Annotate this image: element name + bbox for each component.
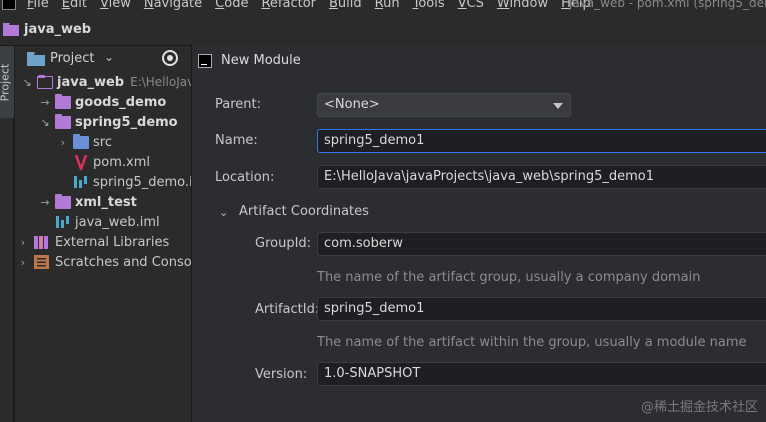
menu-vcs[interactable]: VCS (458, 0, 484, 11)
version-input[interactable]: 1.0-SNAPSHOT (317, 362, 766, 386)
tree-item-xml-test[interactable]: → xml_test (39, 192, 137, 212)
intellij-app-icon (2, 0, 16, 10)
menu-file[interactable]: File (27, 0, 49, 11)
parent-label: Parent: (215, 97, 261, 112)
chevron-down-icon[interactable]: ⌄ (104, 50, 114, 64)
tree-item-label: pom.xml (93, 154, 150, 170)
tree-item-path: E:\HelloJava (130, 75, 192, 89)
libraries-icon (34, 236, 48, 249)
project-panel-header: Project ⌄ (15, 46, 192, 72)
menu-window[interactable]: Window (497, 0, 548, 11)
tree-item-label: java_web.iml (75, 214, 160, 230)
collapsed-arrow-icon[interactable]: → (39, 96, 51, 109)
module-folder-icon (55, 113, 71, 129)
module-folder-icon (3, 23, 19, 36)
module-folder-icon (55, 93, 71, 109)
tree-item-java-web-iml[interactable]: java_web.iml (55, 212, 160, 232)
expanded-arrow-icon[interactable]: ↘ (39, 116, 51, 129)
tree-item-spring5-demo-iml[interactable]: spring5_demo.iml (73, 172, 192, 192)
location-label: Location: (215, 170, 275, 185)
expanded-arrow-icon[interactable]: ↘ (21, 76, 33, 89)
name-input[interactable]: spring5_demo1 (317, 129, 766, 153)
artifactid-input[interactable]: spring5_demo1 (317, 297, 766, 321)
version-label: Version: (255, 367, 308, 382)
project-view-selector[interactable]: Project (50, 51, 94, 66)
menu-build[interactable]: Build (329, 0, 362, 11)
tree-item-java-web[interactable]: ↘ java_web E:\HelloJava (21, 72, 192, 92)
module-folder-icon (55, 193, 71, 209)
navigation-bar: java_web (0, 14, 766, 46)
window-title: java_web - pom.xml (spring5_demo (569, 0, 766, 10)
collapsed-arrow-icon[interactable]: › (17, 236, 29, 249)
project-folder-icon (27, 52, 45, 66)
tree-item-spring5-demo[interactable]: ↘ spring5_demo (39, 112, 178, 132)
menu-refactor[interactable]: Refactor (261, 0, 316, 11)
tree-item-label: src (93, 134, 112, 150)
dropdown-caret-icon (553, 103, 563, 109)
tree-item-label: goods_demo (75, 94, 167, 110)
groupid-label: GroupId: (255, 236, 312, 251)
collapsed-arrow-icon[interactable]: › (17, 256, 29, 269)
tree-item-src[interactable]: › src (57, 132, 112, 152)
project-tool-tab-label: Project (0, 63, 12, 102)
groupid-hint: The name of the artifact group, usually … (317, 270, 701, 285)
watermark: @稀土掘金技术社区 (640, 400, 758, 415)
tree-item-label: External Libraries (55, 234, 170, 250)
maven-icon (74, 154, 88, 170)
left-tool-stripe: Project (0, 46, 14, 422)
collapsed-arrow-icon[interactable]: › (57, 136, 69, 149)
tree-item-goods-demo[interactable]: → goods_demo (39, 92, 166, 112)
menu-tools[interactable]: Tools (413, 0, 445, 11)
artifact-coordinates-toggle[interactable]: Artifact Coordinates (239, 204, 369, 219)
tree-item-label: java_web (57, 74, 125, 90)
iml-file-icon (56, 216, 69, 228)
menu-edit[interactable]: Edit (62, 0, 87, 11)
menu-list: File Edit View Navigate Code Refactor Bu… (27, 0, 604, 11)
dialog-title: New Module (221, 53, 301, 68)
tree-item-label: Scratches and Consoles (55, 254, 192, 270)
menu-code[interactable]: Code (215, 0, 248, 11)
project-panel: Project ⌄ ↘ java_web E:\HelloJava → good… (15, 46, 192, 422)
menu-bar: File Edit View Navigate Code Refactor Bu… (0, 0, 766, 14)
tree-item-pom-xml[interactable]: pom.xml (73, 152, 150, 172)
chevron-down-icon[interactable]: ⌄ (219, 206, 228, 219)
scratches-icon (34, 255, 49, 269)
collapsed-arrow-icon[interactable]: → (39, 196, 51, 209)
menu-view[interactable]: View (100, 0, 131, 11)
parent-select-value: <None> (324, 97, 380, 112)
artifactid-hint: The name of the artifact within the grou… (317, 335, 747, 350)
project-tool-tab[interactable]: Project (0, 46, 14, 118)
location-input[interactable]: E:\HelloJava\javaProjects\java_web\sprin… (317, 165, 766, 189)
tree-item-label: xml_test (75, 194, 137, 210)
new-module-dialog: New Module Parent: <None> Name: spring5_… (191, 44, 766, 422)
menu-navigate[interactable]: Navigate (144, 0, 202, 11)
artifactid-label: ArtifactId: (255, 302, 320, 317)
menu-run[interactable]: Run (375, 0, 400, 11)
breadcrumb-project[interactable]: java_web (24, 22, 91, 37)
source-folder-icon (73, 133, 89, 149)
name-label: Name: (215, 133, 258, 148)
locate-file-icon[interactable] (162, 50, 178, 66)
module-folder-icon (37, 74, 53, 89)
tree-item-label: spring5_demo (75, 114, 178, 130)
tree-item-label: spring5_demo.iml (93, 174, 192, 190)
iml-file-icon (74, 176, 87, 188)
intellij-app-icon (198, 54, 212, 68)
parent-select[interactable]: <None> (317, 93, 571, 117)
tree-item-scratches[interactable]: › Scratches and Consoles (17, 252, 192, 272)
tree-item-external-libraries[interactable]: › External Libraries (17, 232, 169, 252)
groupid-input[interactable]: com.soberw (317, 232, 766, 256)
